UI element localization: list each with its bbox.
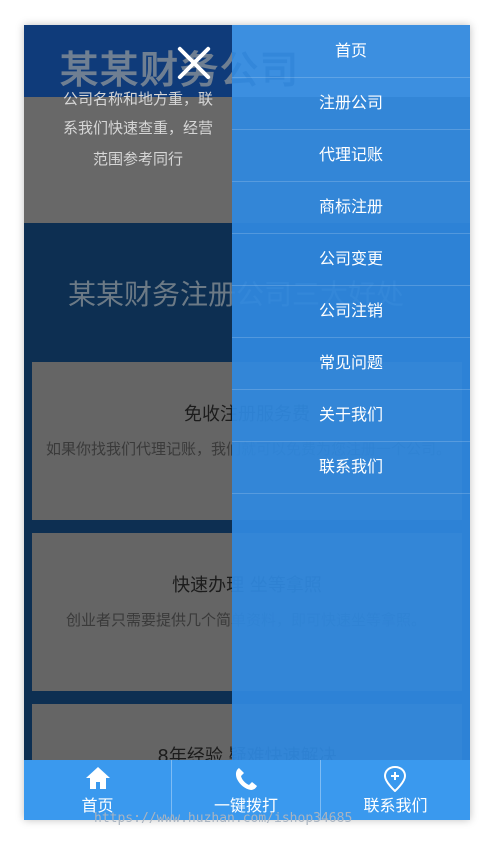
intro-line: 范围参考同行 xyxy=(92,150,183,168)
intro-line: 系我们快速查重，经营 xyxy=(62,119,213,137)
menu-item-register-company[interactable]: 注册公司 xyxy=(232,77,470,130)
intro-line: 公司名称和地方重，联 xyxy=(62,90,213,108)
menu-item-home[interactable]: 首页 xyxy=(232,25,470,78)
close-icon[interactable] xyxy=(174,43,214,83)
nav-drawer: 首页 注册公司 代理记账 商标注册 公司变更 公司注销 常见问题 关于我们 联系… xyxy=(232,25,470,760)
menu-item-about[interactable]: 关于我们 xyxy=(232,389,470,442)
menu-item-faq[interactable]: 常见问题 xyxy=(232,337,470,390)
phone-icon xyxy=(235,768,257,790)
menu-item-contact[interactable]: 联系我们 xyxy=(232,441,470,494)
menu-item-company-cancel[interactable]: 公司注销 xyxy=(232,285,470,338)
menu-item-company-change[interactable]: 公司变更 xyxy=(232,233,470,286)
menu-item-trademark[interactable]: 商标注册 xyxy=(232,181,470,234)
location-pin-icon xyxy=(384,766,406,792)
home-icon xyxy=(86,767,110,789)
phone-frame: 某某财务公司 公司名称和地方重，联 系我们快速查重，经营 范围参考同行 某某财务… xyxy=(24,25,470,820)
watermark-text: https://www.huzhan.com/ishop34685 xyxy=(94,811,353,826)
menu-item-bookkeeping[interactable]: 代理记账 xyxy=(232,129,470,182)
